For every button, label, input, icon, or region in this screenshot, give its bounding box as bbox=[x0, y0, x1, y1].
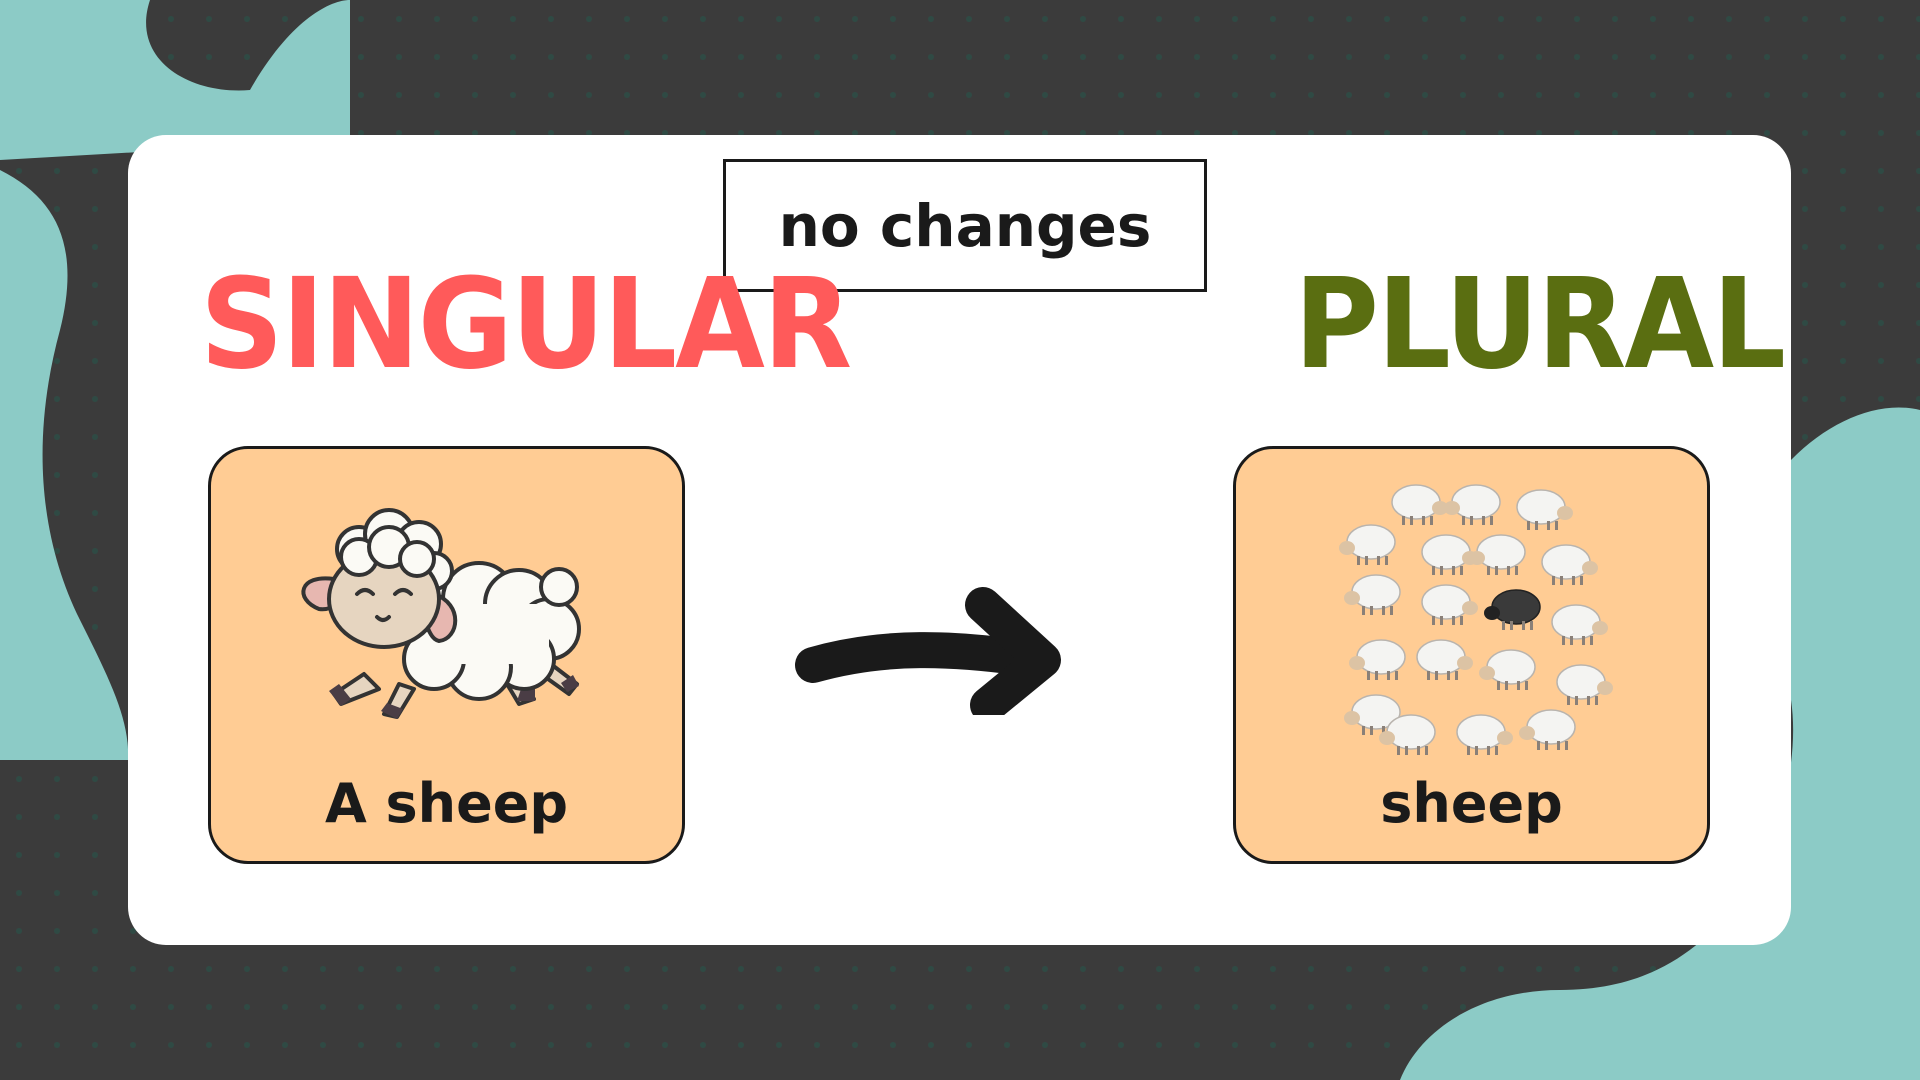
flock-sheep bbox=[1339, 524, 1396, 565]
plural-label: sheep bbox=[1380, 772, 1563, 835]
sheep-icon bbox=[301, 508, 581, 719]
flock-sheep bbox=[1516, 489, 1573, 530]
flock-sheep bbox=[1456, 714, 1513, 755]
flock-sheep bbox=[1484, 589, 1541, 630]
content-card: no changes SINGULAR PLURAL A sheep sheep bbox=[128, 135, 1791, 945]
flock-sheep bbox=[1349, 639, 1406, 680]
flock-sheep bbox=[1421, 534, 1478, 575]
flock-sheep bbox=[1344, 574, 1401, 615]
singular-panel: A sheep bbox=[208, 446, 685, 864]
flock-sheep bbox=[1541, 544, 1598, 585]
flock-sheep bbox=[1444, 484, 1501, 525]
flock-sheep bbox=[1391, 484, 1448, 525]
flock-sheep bbox=[1551, 604, 1608, 645]
flock-sheep bbox=[1421, 584, 1478, 625]
singular-label: A sheep bbox=[324, 772, 569, 835]
plural-heading: PLURAL bbox=[1294, 251, 1786, 398]
flock-sheep bbox=[1479, 649, 1536, 690]
arrow-right-icon bbox=[795, 587, 1061, 715]
flock-sheep bbox=[1556, 664, 1613, 705]
flock-sheep bbox=[1469, 534, 1526, 575]
flock-sheep bbox=[1416, 639, 1473, 680]
singular-heading: SINGULAR bbox=[200, 251, 852, 398]
flock-sheep bbox=[1519, 709, 1576, 750]
sheep-flock-icon bbox=[1339, 484, 1613, 755]
plural-panel: sheep bbox=[1233, 446, 1710, 864]
